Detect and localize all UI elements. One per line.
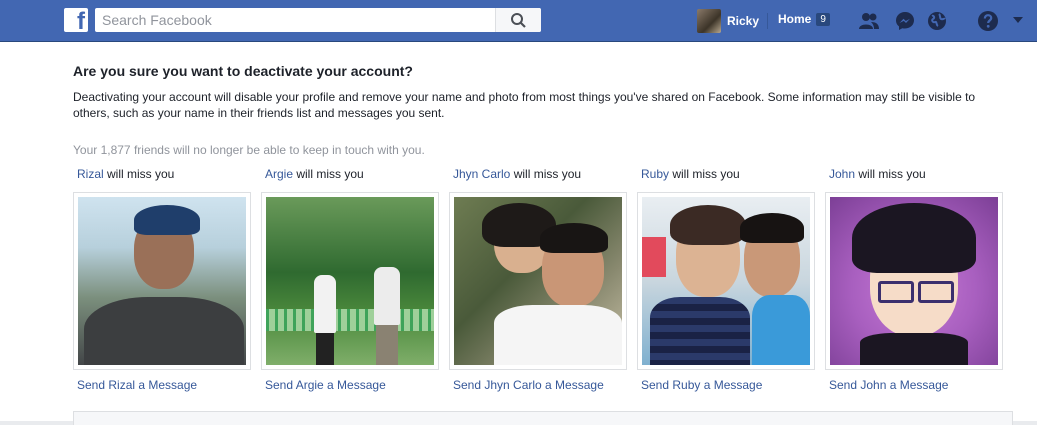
friend-name-link[interactable]: Jhyn Carlo	[453, 167, 510, 181]
chevron-down-icon[interactable]	[1013, 17, 1023, 23]
friend-card: Argie will miss you Send Argie a Message	[261, 167, 439, 392]
nav-divider	[767, 13, 768, 29]
messenger-icon[interactable]	[894, 10, 916, 32]
friend-card: Ruby will miss you Send Ruby a Message	[637, 167, 815, 392]
deactivation-description: Deactivating your account will disable y…	[73, 90, 976, 120]
will-miss-you-text: will miss you	[103, 167, 175, 181]
search-icon	[511, 13, 526, 28]
friend-name-link[interactable]: Argie	[265, 167, 293, 181]
search-input[interactable]	[95, 8, 493, 32]
form-section-panel	[73, 411, 1013, 425]
friend-caption: Rizal will miss you	[73, 167, 251, 185]
friend-caption: Jhyn Carlo will miss you	[449, 167, 627, 185]
avatar	[697, 9, 721, 33]
friend-name-link[interactable]: John	[829, 167, 855, 181]
send-message-link[interactable]: Send Ruby a Message	[637, 378, 815, 392]
will-miss-you-text: will miss you	[855, 167, 926, 181]
home-count-badge: 9	[816, 12, 830, 26]
friend-card: John will miss you Send John a Message	[825, 167, 1003, 392]
facebook-logo-icon[interactable]: f	[64, 8, 88, 35]
friends-count-note: Your 1,877 friends will no longer be abl…	[73, 143, 425, 157]
send-message-link[interactable]: Send John a Message	[825, 378, 1003, 392]
send-message-link[interactable]: Send Rizal a Message	[73, 378, 251, 392]
top-navigation-bar: f Ricky Home 9	[0, 0, 1037, 42]
page-title: Are you sure you want to deactivate your…	[73, 63, 413, 79]
home-link[interactable]: Home 9	[778, 12, 830, 26]
friend-caption: Argie will miss you	[261, 167, 439, 185]
friend-caption: John will miss you	[825, 167, 1003, 185]
notifications-globe-icon[interactable]	[926, 10, 948, 32]
search-button[interactable]	[495, 8, 541, 32]
friend-photo[interactable]	[261, 192, 439, 370]
friend-photo[interactable]	[449, 192, 627, 370]
friend-caption: Ruby will miss you	[637, 167, 815, 185]
profile-link[interactable]: Ricky	[697, 9, 759, 33]
profile-name: Ricky	[727, 14, 760, 28]
will-miss-you-text: will miss you	[510, 167, 582, 181]
home-label: Home	[778, 12, 812, 26]
help-icon[interactable]	[977, 10, 999, 32]
will-miss-you-text: will miss you	[293, 167, 364, 181]
friend-photo[interactable]	[637, 192, 815, 370]
friend-name-link[interactable]: Ruby	[641, 167, 669, 181]
search-box	[95, 8, 541, 32]
friend-photo[interactable]	[825, 192, 1003, 370]
send-message-link[interactable]: Send Argie a Message	[261, 378, 439, 392]
send-message-link[interactable]: Send Jhyn Carlo a Message	[449, 378, 627, 392]
friend-card: Rizal will miss you Send Rizal a Message	[73, 167, 251, 392]
friend-photo[interactable]	[73, 192, 251, 370]
friend-requests-icon[interactable]	[858, 10, 880, 32]
friend-name-link[interactable]: Rizal	[77, 167, 104, 181]
will-miss-you-text: will miss you	[669, 167, 740, 181]
deactivate-account-panel: Are you sure you want to deactivate your…	[0, 42, 1037, 425]
friend-card: Jhyn Carlo will miss you Send Jhyn Carlo…	[449, 167, 627, 392]
